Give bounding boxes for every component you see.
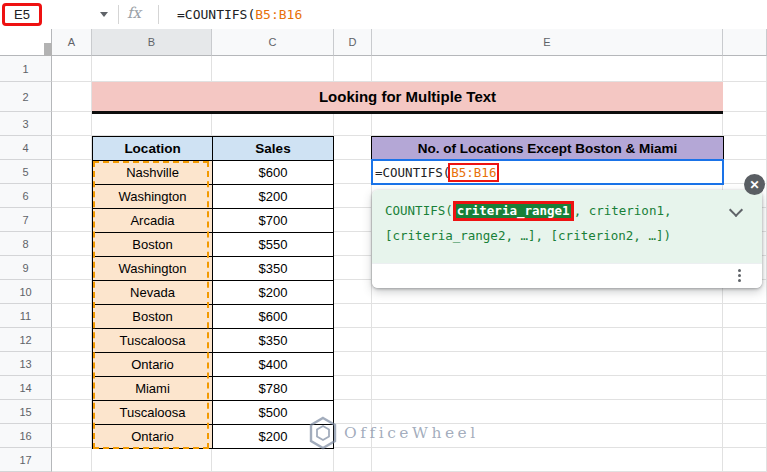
formula-text: =COUNTIFS(: [177, 7, 255, 22]
location-cell[interactable]: Tuscaloosa: [93, 329, 213, 353]
sales-cell[interactable]: $550: [213, 233, 334, 257]
row-header-5[interactable]: 5: [0, 160, 52, 184]
name-box-dropdown-icon[interactable]: [100, 12, 108, 17]
sales-cell[interactable]: $600: [213, 305, 334, 329]
editor-range-reference: B5:B16: [448, 163, 499, 182]
banner-cell[interactable]: Looking for Multiple Text: [92, 82, 723, 114]
sales-cell[interactable]: $350: [213, 329, 334, 353]
fx-icon: fx: [127, 4, 141, 22]
row-header-8[interactable]: 8: [0, 232, 52, 256]
sales-cell[interactable]: $200: [213, 281, 334, 305]
row-header-10[interactable]: 10: [0, 280, 52, 304]
location-cell[interactable]: Washington: [93, 257, 213, 281]
function-name: COUNTIFS(: [385, 203, 453, 218]
data-table: LocationSalesNashville$600Washington$200…: [92, 136, 334, 449]
row-header-14[interactable]: 14: [0, 376, 52, 400]
location-cell[interactable]: Tuscaloosa: [93, 401, 213, 425]
name-box[interactable]: E5: [2, 3, 42, 26]
row-header-2[interactable]: 2: [0, 82, 52, 112]
spreadsheet: E5 fx =COUNTIFS(B5:B16 ABCDE 12345678910…: [0, 0, 767, 472]
column-header-C[interactable]: C: [212, 29, 334, 56]
location-cell[interactable]: Nevada: [93, 281, 213, 305]
row-header-1[interactable]: 1: [0, 56, 52, 82]
syntax-rest: , criterion1,: [574, 203, 672, 218]
table-row: Boston$550: [93, 233, 334, 257]
sales-cell[interactable]: $400: [213, 353, 334, 377]
column-header-D[interactable]: D: [334, 29, 372, 56]
location-cell[interactable]: Arcadia: [93, 209, 213, 233]
location-cell[interactable]: Boston: [93, 305, 213, 329]
table-row: Arcadia$700: [93, 209, 334, 233]
divider: [118, 5, 119, 24]
table-row: Ontario$400: [93, 353, 334, 377]
syntax-line-2: [criteria_range2, …], [criterion2, …]): [385, 226, 762, 251]
active-cell-editor[interactable]: =COUNTIFS(B5:B16: [371, 159, 724, 185]
corner-chip: [44, 43, 52, 56]
result-header-cell[interactable]: No. of Locations Except Boston & Miami: [371, 136, 724, 161]
table-row: Washington$350: [93, 257, 334, 281]
row-header-17[interactable]: 17: [0, 448, 52, 472]
row-header-9[interactable]: 9: [0, 256, 52, 280]
sales-cell[interactable]: $780: [213, 377, 334, 401]
divider: [158, 5, 159, 24]
table-row: Tuscaloosa$500: [93, 401, 334, 425]
close-icon[interactable]: ✕: [744, 174, 765, 195]
watermark: OfficeWheel: [308, 416, 479, 450]
argument-chip[interactable]: criteria_range1: [453, 201, 574, 221]
column-header-A[interactable]: A: [52, 29, 92, 56]
table-row: Nevada$200: [93, 281, 334, 305]
formula-input[interactable]: =COUNTIFS(B5:B16: [177, 0, 302, 29]
row-header-11[interactable]: 11: [0, 304, 52, 328]
row-header-12[interactable]: 12: [0, 328, 52, 352]
formula-range-text: B5:B16: [255, 7, 302, 22]
sales-cell[interactable]: $700: [213, 209, 334, 233]
formula-bar: E5 fx =COUNTIFS(B5:B16: [0, 0, 767, 30]
watermark-text: OfficeWheel: [344, 424, 479, 442]
table-row: Nashville$600: [93, 161, 334, 185]
row-header-16[interactable]: 16: [0, 424, 52, 448]
name-box-value: E5: [14, 7, 30, 22]
row-header-3[interactable]: 3: [0, 112, 52, 136]
location-cell[interactable]: Miami: [93, 377, 213, 401]
column-header-E[interactable]: E: [372, 29, 723, 56]
row-header-7[interactable]: 7: [0, 208, 52, 232]
location-cell[interactable]: Washington: [93, 185, 213, 209]
table-row: Tuscaloosa$350: [93, 329, 334, 353]
location-cell[interactable]: Boston: [93, 233, 213, 257]
row-header-6[interactable]: 6: [0, 184, 52, 208]
column-header-f[interactable]: [723, 29, 767, 56]
row-header-15[interactable]: 15: [0, 400, 52, 424]
more-options-icon[interactable]: [738, 269, 741, 282]
formula-help-syntax: COUNTIFS(criteria_range1, criterion1, [c…: [372, 190, 762, 263]
table-row: Boston$600: [93, 305, 334, 329]
table-header-sales[interactable]: Sales: [213, 137, 334, 161]
table-header-location[interactable]: Location: [93, 137, 213, 161]
formula-help-popup: COUNTIFS(criteria_range1, criterion1, [c…: [372, 190, 762, 288]
sales-cell[interactable]: $600: [213, 161, 334, 185]
location-cell[interactable]: Ontario: [93, 425, 213, 449]
officewheel-logo-icon: [308, 416, 338, 450]
editor-formula-text: =COUNTIFS(: [375, 165, 450, 180]
table-row: Washington$200: [93, 185, 334, 209]
sales-cell[interactable]: $200: [213, 185, 334, 209]
row-header-13[interactable]: 13: [0, 352, 52, 376]
table-row: Ontario$200: [93, 425, 334, 449]
syntax-line-1: COUNTIFS(criteria_range1, criterion1,: [385, 201, 762, 226]
formula-help-footer: [372, 263, 762, 288]
location-cell[interactable]: Nashville: [93, 161, 213, 185]
row-header-4[interactable]: 4: [0, 136, 52, 160]
column-header-B[interactable]: B: [92, 29, 212, 56]
sales-cell[interactable]: $350: [213, 257, 334, 281]
table-row: Miami$780: [93, 377, 334, 401]
location-cell[interactable]: Ontario: [93, 353, 213, 377]
